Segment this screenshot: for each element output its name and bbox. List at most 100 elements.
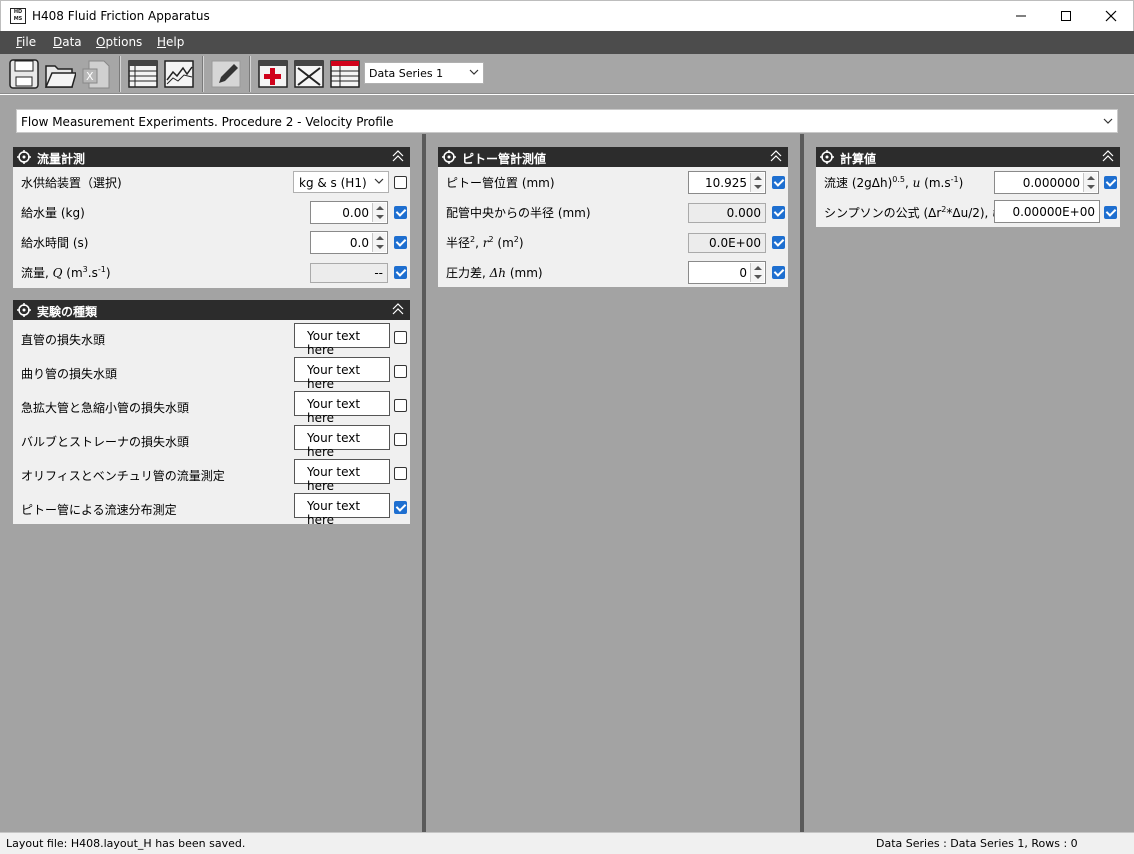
experiment-text-input[interactable]: Your text here xyxy=(294,357,390,391)
experiment-checkbox[interactable] xyxy=(394,365,407,378)
experiment-text-input[interactable]: Your text here xyxy=(294,391,390,425)
menu-data[interactable]: Data xyxy=(53,35,82,49)
water-mass-checkbox[interactable] xyxy=(394,206,407,219)
toolbar-separator xyxy=(119,56,121,92)
spinner-buttons[interactable] xyxy=(1083,173,1097,192)
water-mass-label: 給水量 (kg) xyxy=(21,206,85,220)
gear-icon xyxy=(442,150,456,164)
water-mass-value: 0.00 xyxy=(342,206,369,220)
collapse-icon[interactable] xyxy=(392,303,404,315)
panel-title: 実験の種類 xyxy=(37,305,98,319)
velocity-row: 流速 (2gΔh)0.5, u (m.s-1) 0.000000 xyxy=(816,167,1120,197)
spinner-buttons[interactable] xyxy=(372,203,386,222)
panel-title: 計算値 xyxy=(840,152,877,166)
experiment-row: 曲り管の損失水頭 Your text here xyxy=(13,353,410,391)
data-series-dropdown[interactable]: Data Series 1 xyxy=(364,62,484,84)
menu-file[interactable]: File xyxy=(16,35,36,49)
experiment-row: 急拡大管と急縮小管の損失水頭 Your text here xyxy=(13,387,410,425)
experiment-text-input[interactable]: Your text here xyxy=(294,459,390,493)
procedure-dropdown[interactable]: Flow Measurement Experiments. Procedure … xyxy=(16,109,1118,133)
collapse-icon[interactable] xyxy=(770,150,782,162)
edit-button[interactable] xyxy=(210,58,242,90)
experiment-label: 曲り管の損失水頭 xyxy=(21,367,118,381)
gear-icon xyxy=(820,150,834,164)
open-button[interactable] xyxy=(44,58,77,90)
add-row-icon xyxy=(258,60,288,88)
status-data-series: Data Series : Data Series 1, Rows : 0 xyxy=(876,837,1078,850)
radius-checkbox[interactable] xyxy=(772,206,785,219)
water-mass-input[interactable]: 0.00 xyxy=(310,201,388,224)
table-view-button[interactable] xyxy=(127,58,159,90)
spinner-buttons[interactable] xyxy=(750,263,764,282)
experiment-checkbox[interactable] xyxy=(394,399,407,412)
gear-icon xyxy=(17,303,31,317)
radius-squared-value: 0.0E+00 xyxy=(709,236,761,250)
app-logo-icon: HD MS xyxy=(10,8,26,24)
toolbar: X Data Series 1 xyxy=(0,54,1134,94)
water-supply-checkbox[interactable] xyxy=(394,176,407,189)
pressure-diff-input[interactable]: 0 xyxy=(688,261,766,284)
experiment-checkbox[interactable] xyxy=(394,467,407,480)
chevron-down-icon xyxy=(1103,118,1113,124)
pitot-position-value: 10.925 xyxy=(705,176,747,190)
experiment-checkbox[interactable] xyxy=(394,331,407,344)
water-supply-dropdown[interactable]: kg & s (H1) xyxy=(293,171,389,193)
experiment-text-input[interactable]: Your text here xyxy=(294,425,390,459)
pitot-position-checkbox[interactable] xyxy=(772,176,785,189)
water-time-input[interactable]: 0.0 xyxy=(310,231,388,254)
close-button[interactable] xyxy=(1088,1,1134,32)
flow-rate-checkbox[interactable] xyxy=(394,266,407,279)
simpson-checkbox[interactable] xyxy=(1104,206,1117,219)
pitot-position-input[interactable]: 10.925 xyxy=(688,171,766,194)
pencil-icon xyxy=(211,60,241,88)
flow-rate-row: 流量, Q (m3.s-1) -- xyxy=(13,257,410,287)
add-row-button[interactable] xyxy=(257,58,289,90)
experiment-checkbox[interactable] xyxy=(394,433,407,446)
pressure-diff-value: 0 xyxy=(739,266,747,280)
panel-header: 計算値 xyxy=(816,147,1120,167)
velocity-input[interactable]: 0.000000 xyxy=(994,171,1099,194)
experiment-text-input[interactable]: Your text here xyxy=(294,323,390,357)
menu-help[interactable]: Help xyxy=(157,35,184,49)
pitot-measurement-panel: ピトー管計測値 ピトー管位置 (mm) 10.925 配管中央からの半径 (mm… xyxy=(438,147,788,287)
flow-rate-value: -- xyxy=(374,266,383,280)
experiment-row: オリフィスとベンチュリ管の流量測定 Your text here xyxy=(13,455,410,493)
velocity-checkbox[interactable] xyxy=(1104,176,1117,189)
pitot-position-label: ピトー管位置 (mm) xyxy=(446,176,555,190)
menu-bar: File Data Options Help xyxy=(0,31,1134,54)
pitot-position-row: ピトー管位置 (mm) 10.925 xyxy=(438,167,788,197)
experiment-text-input[interactable]: Your text here xyxy=(294,493,390,527)
graph-view-button[interactable] xyxy=(163,58,195,90)
maximize-button[interactable] xyxy=(1043,1,1089,32)
graph-view-icon xyxy=(164,60,194,88)
radius-squared-checkbox[interactable] xyxy=(772,236,785,249)
simpson-input[interactable]: 0.00000E+00 xyxy=(994,200,1100,223)
water-supply-row: 水供給装置（選択) kg & s (H1) xyxy=(13,167,410,197)
menu-options[interactable]: Options xyxy=(96,35,142,49)
data-series-table-icon xyxy=(330,60,360,88)
save-button[interactable] xyxy=(8,58,40,90)
panel-title: 流量計測 xyxy=(37,152,86,166)
collapse-icon[interactable] xyxy=(1102,150,1114,162)
spinner-buttons[interactable] xyxy=(750,173,764,192)
spinner-buttons[interactable] xyxy=(372,233,386,252)
experiment-row: ピトー管による流速分布測定 Your text here xyxy=(13,489,410,527)
svg-text:X: X xyxy=(86,70,94,83)
toolbar-separator xyxy=(202,56,204,92)
radius-squared-label: 半径2, r2 (m2) xyxy=(446,235,524,250)
experiment-row: 直管の損失水頭 Your text here xyxy=(13,319,410,357)
export-excel-button[interactable]: X xyxy=(80,58,112,90)
pressure-diff-checkbox[interactable] xyxy=(772,266,785,279)
water-time-checkbox[interactable] xyxy=(394,236,407,249)
experiment-label: オリフィスとベンチュリ管の流量測定 xyxy=(21,469,225,483)
experiment-label: 直管の損失水頭 xyxy=(21,333,106,347)
data-series-button[interactable] xyxy=(329,58,361,90)
experiment-checkbox[interactable] xyxy=(394,501,407,514)
panel-header: ピトー管計測値 xyxy=(438,147,788,167)
collapse-icon[interactable] xyxy=(392,150,404,162)
column-splitter[interactable] xyxy=(422,134,426,832)
delete-row-button[interactable] xyxy=(293,58,325,90)
minimize-button[interactable] xyxy=(998,1,1044,32)
flow-measurement-panel: 流量計測 水供給装置（選択) kg & s (H1) 給水量 (kg) 0.00… xyxy=(13,147,410,288)
column-splitter[interactable] xyxy=(800,134,804,832)
